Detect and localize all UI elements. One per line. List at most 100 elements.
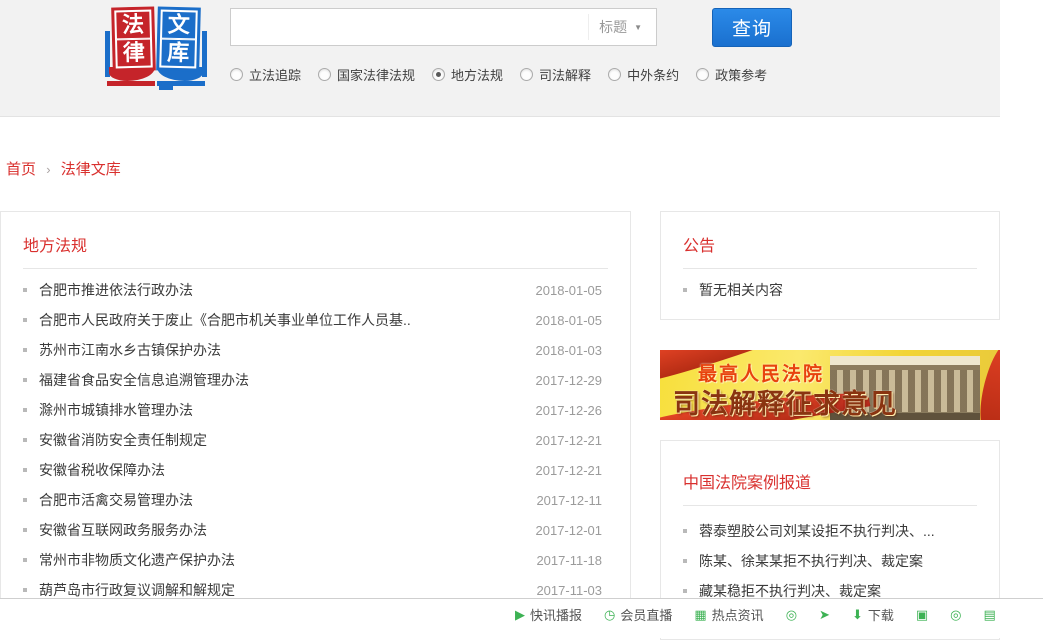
bottom-bar-label: 下载	[868, 605, 894, 624]
law-list-row[interactable]: 合肥市活禽交易管理办法 2017-12-11	[1, 485, 630, 515]
law-title-link[interactable]: 安徽省消防安全责任制规定	[39, 430, 524, 450]
bullet-icon	[683, 559, 687, 563]
radio-label: 司法解释	[539, 65, 591, 84]
bottom-bar-item[interactable]: ▤	[984, 608, 996, 621]
case-title-link[interactable]: 陈某、徐某某拒不执行判决、裁定案	[699, 551, 923, 571]
clock-icon: ◷	[604, 608, 615, 621]
bullet-icon	[23, 558, 27, 562]
radio-option-立法追踪[interactable]: 立法追踪	[230, 65, 301, 84]
bullet-icon	[23, 498, 27, 502]
breadcrumb-separator: ›	[46, 162, 50, 177]
radio-circle-icon[interactable]	[520, 68, 533, 81]
law-date: 2018-01-05	[536, 313, 603, 328]
radio-label: 地方法规	[451, 65, 503, 84]
case-title-link[interactable]: 蓉泰塑胶公司刘某设拒不执行判决、...	[699, 521, 935, 541]
law-list-row[interactable]: 合肥市人民政府关于废止《合肥市机关事业单位工作人员基.. 2018-01-05	[1, 305, 630, 335]
bottom-bar-item[interactable]: ▦ 热点资讯	[694, 605, 763, 624]
radio-label: 国家法律法规	[337, 65, 415, 84]
panel-icon: ▤	[984, 608, 996, 621]
law-title-link[interactable]: 合肥市人民政府关于废止《合肥市机关事业单位工作人员基..	[39, 310, 524, 330]
search-input[interactable]	[231, 9, 588, 45]
law-list-row[interactable]: 苏州市江南水乡古镇保护办法 2018-01-03	[1, 335, 630, 365]
radio-label: 中外条约	[627, 65, 679, 84]
law-title-link[interactable]: 合肥市活禽交易管理办法	[39, 490, 524, 510]
site-logo[interactable]: 法 律 文 库	[105, 7, 207, 91]
bottom-bar-items: ▶ 快讯播报 ◷会员直播 ▦ 热点资讯 ◎ ➤ ⬇ 下载 ▣ ◎ ▤	[515, 605, 996, 624]
law-panel-title: 地方法规	[1, 212, 630, 268]
law-title-link[interactable]: 安徽省税收保障办法	[39, 460, 524, 480]
bottom-bar-item[interactable]: ◎	[786, 608, 797, 621]
law-list-panel: 地方法规 合肥市推进依法行政办法2018-01-05合肥市人民政府关于废止《合肥…	[0, 211, 631, 631]
radio-label: 政策参考	[715, 65, 767, 84]
bottom-bar-item[interactable]: ▣	[916, 608, 928, 621]
law-list-row[interactable]: 安徽省互联网政务服务办法2017-12-01	[1, 515, 630, 545]
cases-list: 蓉泰塑胶公司刘某设拒不执行判决、...陈某、徐某某拒不执行判决、裁定案藏某稳拒不…	[661, 506, 999, 606]
law-list-row[interactable]: 滁州市城镇排水管理办法2017-12-26	[1, 395, 630, 425]
law-date: 2017-12-11	[536, 493, 602, 508]
law-title-link[interactable]: 葫芦岛市行政复议调解和解规定	[39, 580, 524, 600]
notice-panel: 公告 暂无相关内容	[660, 211, 1000, 320]
radio-option-中外条约[interactable]: 中外条约	[608, 65, 679, 84]
page: { "header": { "logo": { "left_top": "法",…	[0, 0, 1043, 609]
bottom-bar-label: 快讯播报	[530, 605, 582, 624]
bullet-icon	[23, 288, 27, 292]
case-list-row[interactable]: 蓉泰塑胶公司刘某设拒不执行判决、...	[661, 516, 999, 546]
radio-circle-icon[interactable]	[318, 68, 331, 81]
law-title-link[interactable]: 常州市非物质文化遗产保护办法	[39, 550, 524, 570]
breadcrumb-current-link[interactable]: 法律文库	[61, 161, 121, 178]
notice-panel-title: 公告	[661, 212, 999, 268]
category-radio-group: 立法追踪 国家法律法规 地方法规 司法解释 中外条约 政策参考	[230, 65, 767, 84]
plane-icon: ➤	[819, 608, 830, 621]
bottom-bar-item[interactable]: ➤	[819, 608, 830, 621]
law-list-row[interactable]: 安徽省税收保障办法 2017-12-21	[1, 455, 630, 485]
radio-circle-icon[interactable]	[230, 68, 243, 81]
law-title-link[interactable]: 合肥市推进依法行政办法	[39, 280, 524, 300]
radio-circle-icon[interactable]	[432, 68, 445, 81]
bullet-icon	[23, 318, 27, 322]
radio-option-国家法律法规[interactable]: 国家法律法规	[318, 65, 415, 84]
bottom-bar-item[interactable]: ⬇ 下载	[852, 605, 894, 624]
law-list-row[interactable]: 安徽省消防安全责任制规定2017-12-21	[1, 425, 630, 455]
floating-bottom-bar: ▶ 快讯播报 ◷会员直播 ▦ 热点资讯 ◎ ➤ ⬇ 下载 ▣ ◎ ▤	[0, 598, 1043, 638]
law-date: 2017-12-21	[536, 463, 603, 478]
bottom-bar-item[interactable]: ◎	[950, 608, 961, 621]
radio-option-地方法规[interactable]: 地方法规	[432, 65, 503, 84]
bullet-icon	[683, 589, 687, 593]
law-date: 2018-01-03	[536, 343, 603, 358]
download-icon: ⬇	[852, 608, 863, 621]
logo-char: 文	[160, 10, 198, 40]
breadcrumb: 首页 › 法律文库	[6, 158, 121, 179]
law-title-link[interactable]: 滁州市城镇排水管理办法	[39, 400, 524, 420]
search-field-label: 标题	[599, 17, 627, 37]
law-list-row[interactable]: 福建省食品安全信息追溯管理办法 2017-12-29	[1, 365, 630, 395]
law-list-row[interactable]: 常州市非物质文化遗产保护办法2017-11-18	[1, 545, 630, 575]
bullet-icon	[23, 588, 27, 592]
law-title-link[interactable]: 福建省食品安全信息追溯管理办法	[39, 370, 524, 390]
breadcrumb-home-link[interactable]: 首页	[6, 161, 36, 178]
court-banner[interactable]: 最高人民法院 司法解释征求意见	[660, 350, 1000, 420]
bullet-icon	[23, 348, 27, 352]
law-title-link[interactable]: 安徽省互联网政务服务办法	[39, 520, 524, 540]
bottom-bar-label: 热点资讯	[712, 605, 764, 624]
law-list-row[interactable]: 合肥市推进依法行政办法2018-01-05	[1, 275, 630, 305]
search-box: 标题 ▼	[230, 8, 657, 46]
bullet-icon	[23, 438, 27, 442]
law-title-link[interactable]: 苏州市江南水乡古镇保护办法	[39, 340, 524, 360]
query-button[interactable]: 查询	[712, 8, 792, 47]
bottom-bar-item[interactable]: ▶ 快讯播报	[515, 605, 582, 624]
chevron-down-icon: ▼	[634, 23, 642, 32]
radio-circle-icon[interactable]	[696, 68, 709, 81]
radio-circle-icon[interactable]	[608, 68, 621, 81]
bullet-icon	[23, 378, 27, 382]
search-field-select[interactable]: 标题 ▼	[588, 14, 656, 40]
bottom-bar-item[interactable]: ◷会员直播	[604, 605, 672, 624]
radio-option-司法解释[interactable]: 司法解释	[520, 65, 591, 84]
play-icon: ▶	[515, 608, 525, 621]
case-list-row[interactable]: 陈某、徐某某拒不执行判决、裁定案	[661, 546, 999, 576]
speaker-icon: ◎	[786, 608, 797, 621]
radio-option-政策参考[interactable]: 政策参考	[696, 65, 767, 84]
radio-label: 立法追踪	[249, 65, 301, 84]
grid-icon: ▦	[694, 608, 706, 621]
law-date: 2017-12-29	[536, 373, 603, 388]
bullet-icon	[683, 529, 687, 533]
